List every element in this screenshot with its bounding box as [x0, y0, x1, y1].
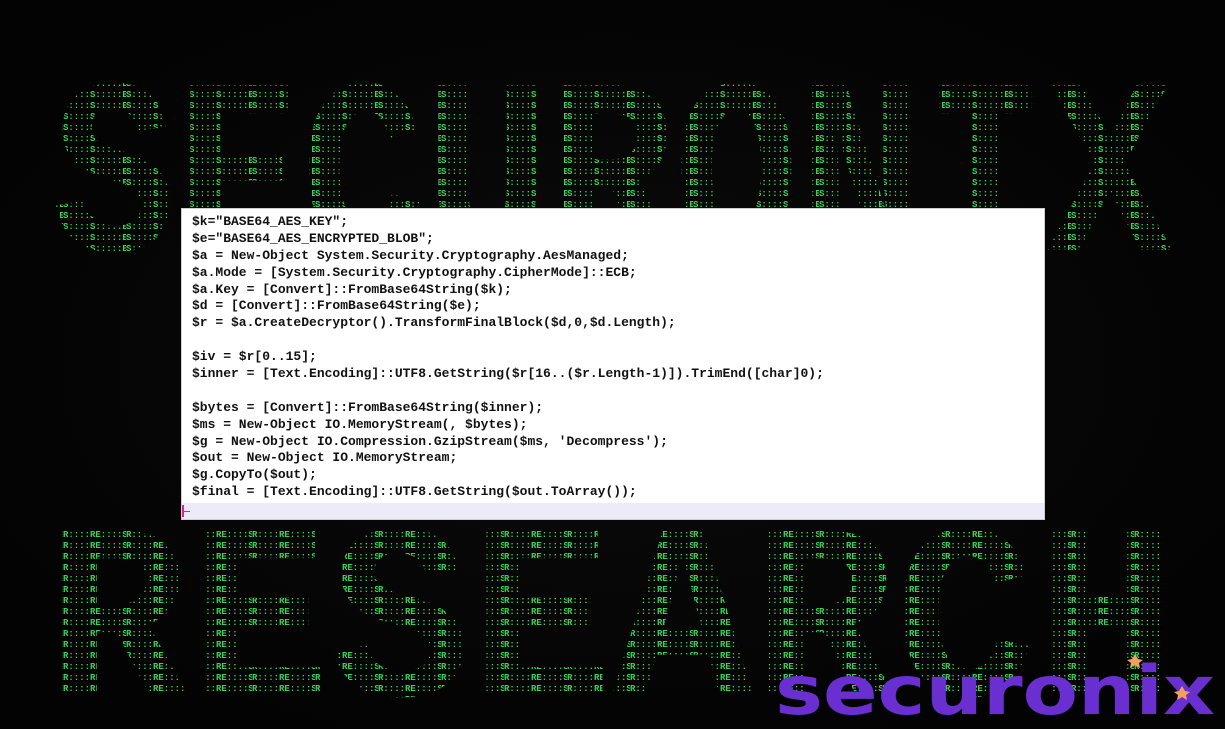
text-cursor-icon: [182, 505, 190, 517]
code-line: $inner = [Text.Encoding]::UTF8.GetString…: [192, 366, 824, 382]
code-line: $final = [Text.Encoding]::UTF8.GetString…: [192, 484, 637, 500]
code-line: $e="BASE64_AES_ENCRYPTED_BLOB";: [192, 230, 434, 246]
code-line: $r = $a.CreateDecryptor().TransformFinal…: [192, 315, 676, 331]
research-banner: S::::S:::::EEEEE:CC:: R::::RE::::SS:::AA…: [0, 0, 1225, 729]
code-line: $k="BASE64_AES_KEY";: [192, 214, 349, 229]
code-line: $d = [Convert]::FromBase64String($e);: [192, 298, 481, 314]
code-line: $g = New-Object IO.Compression.GzipStrea…: [192, 433, 668, 449]
code-line: $a.Key = [Convert]::FromBase64String($k)…: [192, 281, 512, 297]
editor-cursor-line: [182, 503, 1044, 519]
code-line: $iv = $r[0..15];: [192, 349, 317, 365]
code-snippet-panel: $k="BASE64_AES_KEY"; $e="BASE64_AES_ENCRY…: [182, 209, 1044, 519]
logo-wordmark: securonix: [775, 652, 1215, 728]
powershell-code: $k="BASE64_AES_KEY"; $e="BASE64_AES_ENCRY…: [192, 214, 824, 501]
code-line: $g.CopyTo($out);: [192, 467, 317, 483]
securonix-logo: securonix: [775, 652, 1215, 728]
code-line: $out = New-Object IO.MemoryStream;: [192, 450, 458, 466]
code-line: $ms = New-Object IO.MemoryStream(, $byte…: [192, 416, 528, 432]
code-line: $bytes = [Convert]::FromBase64String($in…: [192, 399, 544, 415]
code-line: $a.Mode = [System.Security.Cryptography.…: [192, 264, 637, 280]
code-line: $a = New-Object System.Security.Cryptogr…: [192, 247, 629, 263]
